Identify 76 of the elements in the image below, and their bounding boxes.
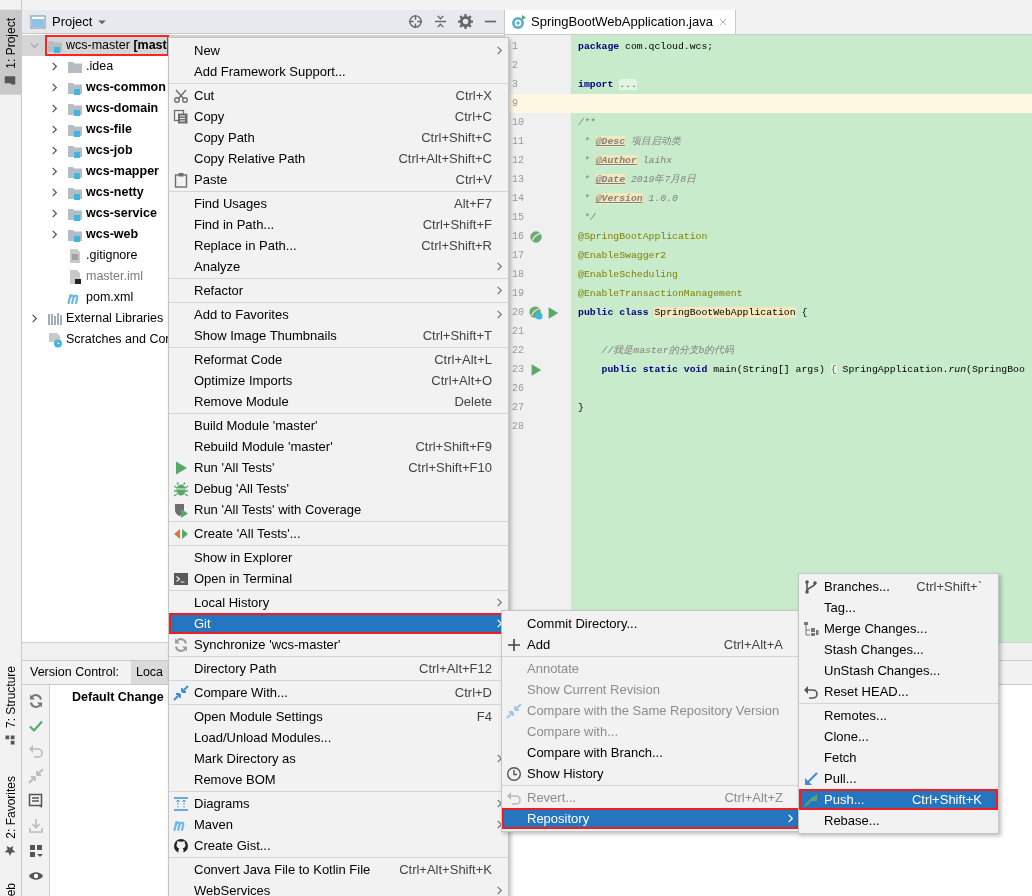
code-line: @SpringBootApplication [577,230,708,244]
code-line: public class SpringBootWebApplication { [577,306,808,320]
shortcut-text: Ctrl+Shift+F9 [414,437,492,456]
shortcut-text: Ctrl+X [454,86,492,105]
shortcut-text: Ctrl+C [453,107,492,126]
line-number: 19 [511,287,525,301]
line-number: 23 [511,363,525,377]
code-line: } [577,401,584,415]
line-number: 21 [511,325,525,339]
code-line: @EnableSwagger2 [577,249,667,263]
code-line: * @Desc 项目启动类 [582,135,681,149]
shortcut-text: Ctrl+Shift+T [421,326,492,345]
shortcut-text: Ctrl+Shift+F10 [407,458,492,477]
code-line: /** [577,116,596,130]
tree-label: wcs-master [mast [66,37,167,55]
shortcut-text: Ctrl+Shift+` [915,577,982,596]
line-number: 27 [511,401,525,415]
panel-title: Version Control: [29,664,120,682]
line-number: 12 [511,154,525,168]
line-number: 2 [511,59,519,73]
tree-label: wcs-job [86,142,133,160]
tree-label: External Libraries [66,310,164,328]
line-number: 11 [511,135,525,149]
shortcut-text: Ctrl+Alt+Shift+K [398,860,492,879]
tree-label: wcs-web [86,226,139,244]
shortcut-text: Ctrl+Shift+K [910,790,982,809]
code-line: * @Author laihx [582,154,673,168]
tree-label: wcs-mapper [86,163,159,181]
line-number: 15 [511,211,525,225]
code-line: @EnableTransactionManagement [577,287,743,301]
shortcut-text: Ctrl+Shift+R [420,236,492,255]
line-number: 3 [511,78,519,92]
code-line: */ [582,211,596,225]
tree-label: pom.xml [86,289,134,307]
shortcut-text: Ctrl+Alt+Z [723,788,783,807]
shortcut-text: Ctrl+Shift+F [421,215,492,234]
code-line: * @Version 1.0.0 [582,192,678,206]
shortcut-text: Delete [453,392,492,411]
line-number: 22 [511,344,525,358]
shortcut-text: Ctrl+Shift+C [420,128,492,147]
line-number: 16 [511,230,525,244]
shortcut-text: Ctrl+Alt+O [430,371,492,390]
shortcut-text: Ctrl+D [453,683,492,702]
code-line: * @Date 2019年7月8日 [582,173,697,187]
shortcut-text: Ctrl+Alt+F12 [418,659,492,678]
tree-label: wcs-service [86,205,157,223]
code-line: //我是master的分支b的代码 [600,344,735,358]
shortcut-text: Ctrl+Alt+Shift+C [397,149,492,168]
changelist-name: Default Change [71,689,164,706]
tree-label: wcs-domain [86,100,159,118]
line-number: 18 [511,268,525,282]
line-number: 28 [511,420,525,434]
tree-label: .idea [86,58,114,76]
shortcut-text: Ctrl+Alt+L [433,350,492,369]
tree-label: wcs-common [86,79,166,97]
shortcut-text: F4 [475,707,492,726]
shortcut-text: Alt+F7 [453,194,492,213]
tree-label: .gitignore [86,247,138,265]
tree-label: wcs-netty [86,184,144,202]
line-number: 1 [511,40,519,54]
line-number: 13 [511,173,525,187]
line-number: 26 [511,382,525,396]
line-number: 14 [511,192,525,206]
tree-label: Scratches and Cor [66,331,170,349]
line-number: 10 [511,116,525,130]
shortcut-text: Ctrl+Alt+A [722,635,783,654]
code-line: @EnableScheduling [577,268,678,282]
line-number: 9 [511,97,519,111]
code-line: package com.qcloud.wcs; [577,40,714,54]
shortcut-text: Ctrl+V [454,170,492,189]
line-number: 17 [511,249,525,263]
code-line: public static void main(String[] args) { SpringApplication.run(SpringBoo [600,363,1025,377]
tree-label: wcs-file [86,121,132,139]
code-line: import ... [577,78,637,92]
tree-label: master.iml [86,268,143,286]
line-number: 20 [511,306,525,320]
